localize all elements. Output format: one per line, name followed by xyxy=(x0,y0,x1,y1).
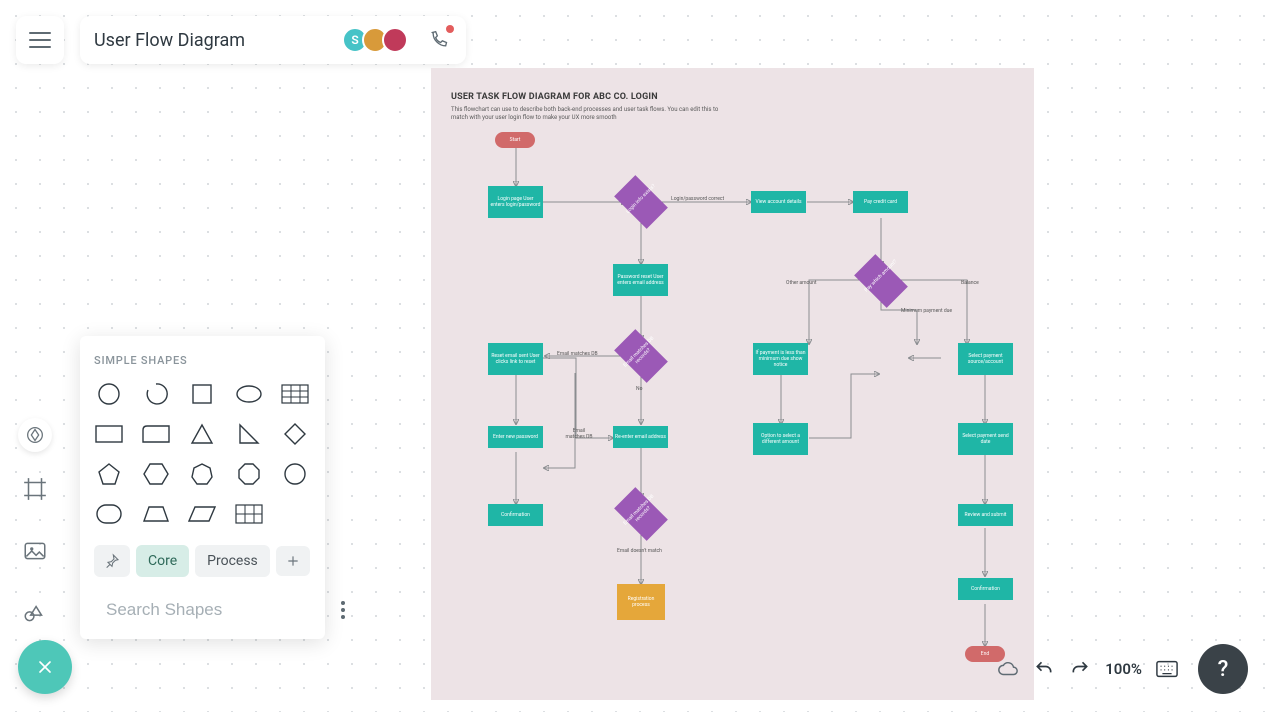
shape-square[interactable] xyxy=(187,381,217,407)
image-tool-button[interactable] xyxy=(18,534,52,568)
close-icon xyxy=(35,657,55,677)
node-confirmation2[interactable]: Confirmation xyxy=(958,578,1013,600)
shape-rect[interactable] xyxy=(94,421,124,447)
node-enter-new-pw[interactable]: Enter new password xyxy=(488,426,543,448)
shape-arc[interactable] xyxy=(141,381,171,407)
node-pay-which[interactable]: Pay which amount? xyxy=(858,266,904,296)
node-view-account[interactable]: View account details xyxy=(751,191,806,213)
edge-label: Login/password correct xyxy=(671,196,724,202)
shapes-tool-button[interactable] xyxy=(18,418,52,452)
close-panel-button[interactable] xyxy=(18,640,72,694)
document-title[interactable]: User Flow Diagram xyxy=(94,30,332,51)
diagram-icon xyxy=(22,600,48,626)
frame-tool-button[interactable] xyxy=(18,472,52,506)
shape-triangle[interactable] xyxy=(187,421,217,447)
node-login-page[interactable]: Login page User enters login/password xyxy=(488,186,543,218)
edge-label: Balance xyxy=(961,280,979,286)
shape-octagon[interactable] xyxy=(234,461,264,487)
sync-status-button[interactable] xyxy=(997,658,1019,680)
node-pay-card[interactable]: Pay credit card xyxy=(853,191,908,213)
shapes-section-label: SIMPLE SHAPES xyxy=(94,354,311,367)
node-option-select[interactable]: Option to select a different amount xyxy=(753,423,808,455)
node-select-date[interactable]: Select payment send date xyxy=(958,423,1013,455)
shape-grid[interactable] xyxy=(234,501,264,527)
more-options-button[interactable] xyxy=(337,597,349,623)
call-button[interactable] xyxy=(426,27,452,53)
undo-button[interactable] xyxy=(1033,658,1055,680)
shape-parallelogram[interactable] xyxy=(187,501,217,527)
node-if-less[interactable]: If payment is less than minimum due show… xyxy=(753,343,808,375)
status-bar: 100% ? xyxy=(997,644,1248,694)
keyboard-shortcuts-button[interactable] xyxy=(1156,658,1178,680)
node-pw-reset[interactable]: Password reset User enters email address xyxy=(613,264,668,296)
edge-label: Email matches DB xyxy=(564,428,594,440)
edge-label: No xyxy=(636,386,642,392)
node-email-matches[interactable]: Email matches DB records? xyxy=(618,341,664,371)
shapes-icon xyxy=(24,424,46,446)
main-menu-button[interactable] xyxy=(16,16,64,64)
edge-label: Email matches DB xyxy=(557,351,598,357)
edge-label: Other amount xyxy=(786,280,817,286)
notification-dot xyxy=(446,25,454,33)
node-review-submit[interactable]: Review and submit xyxy=(958,504,1013,526)
collaborator-avatars[interactable]: S xyxy=(342,27,408,53)
diagram-tool-button[interactable] xyxy=(18,596,52,630)
search-shapes-input[interactable] xyxy=(106,600,327,620)
node-reenter-email[interactable]: Re-enter email address xyxy=(613,426,668,448)
shapes-panel: SIMPLE SHAPES Core Process xyxy=(80,336,325,639)
avatar[interactable] xyxy=(382,27,408,53)
keyboard-icon xyxy=(1156,660,1178,678)
shape-card[interactable] xyxy=(141,421,171,447)
edge-label: Minimum payment due xyxy=(901,308,952,314)
node-start[interactable]: Start xyxy=(495,132,535,148)
shape-trapezoid[interactable] xyxy=(141,501,171,527)
title-bar: User Flow Diagram S xyxy=(80,16,466,64)
tab-process[interactable]: Process xyxy=(195,545,270,577)
node-login-exists[interactable]: Login info exists? xyxy=(618,187,664,217)
cloud-icon xyxy=(997,658,1019,680)
pin-tab-button[interactable] xyxy=(94,545,130,577)
node-registration[interactable]: Registration process xyxy=(617,584,665,620)
shape-table[interactable] xyxy=(280,381,310,407)
zoom-level[interactable]: 100% xyxy=(1105,660,1142,678)
flow-connectors xyxy=(431,68,1034,700)
shape-nonagon[interactable] xyxy=(280,461,310,487)
shape-diamond[interactable] xyxy=(280,421,310,447)
node-select-source[interactable]: Select payment source/account xyxy=(958,343,1013,375)
add-tab-button[interactable] xyxy=(276,546,310,576)
help-button[interactable]: ? xyxy=(1198,644,1248,694)
hamburger-icon xyxy=(29,32,51,48)
shape-right-triangle[interactable] xyxy=(234,421,264,447)
image-icon xyxy=(22,538,48,564)
frame-icon xyxy=(22,476,48,502)
shape-circle[interactable] xyxy=(94,381,124,407)
node-email-matches2[interactable]: Email matches DB records? xyxy=(618,499,664,529)
shape-pentagon[interactable] xyxy=(94,461,124,487)
node-confirmation[interactable]: Confirmation xyxy=(488,504,543,526)
plus-icon xyxy=(286,554,300,568)
shape-empty xyxy=(280,501,310,527)
edge-label: Email doesn't match xyxy=(617,548,662,554)
shape-hexagon[interactable] xyxy=(141,461,171,487)
tab-core[interactable]: Core xyxy=(136,545,189,577)
phone-icon xyxy=(429,30,449,50)
pin-icon xyxy=(104,553,120,569)
shape-heptagon[interactable] xyxy=(187,461,217,487)
shape-ellipse[interactable] xyxy=(234,381,264,407)
shape-rounded[interactable] xyxy=(94,501,124,527)
redo-button[interactable] xyxy=(1069,658,1091,680)
node-reset-sent[interactable]: Reset email sent User clicks link to res… xyxy=(488,343,543,375)
diagram-artboard[interactable]: USER TASK FLOW DIAGRAM FOR ABC CO. LOGIN… xyxy=(431,68,1034,700)
undo-icon xyxy=(1034,659,1054,679)
redo-icon xyxy=(1070,659,1090,679)
